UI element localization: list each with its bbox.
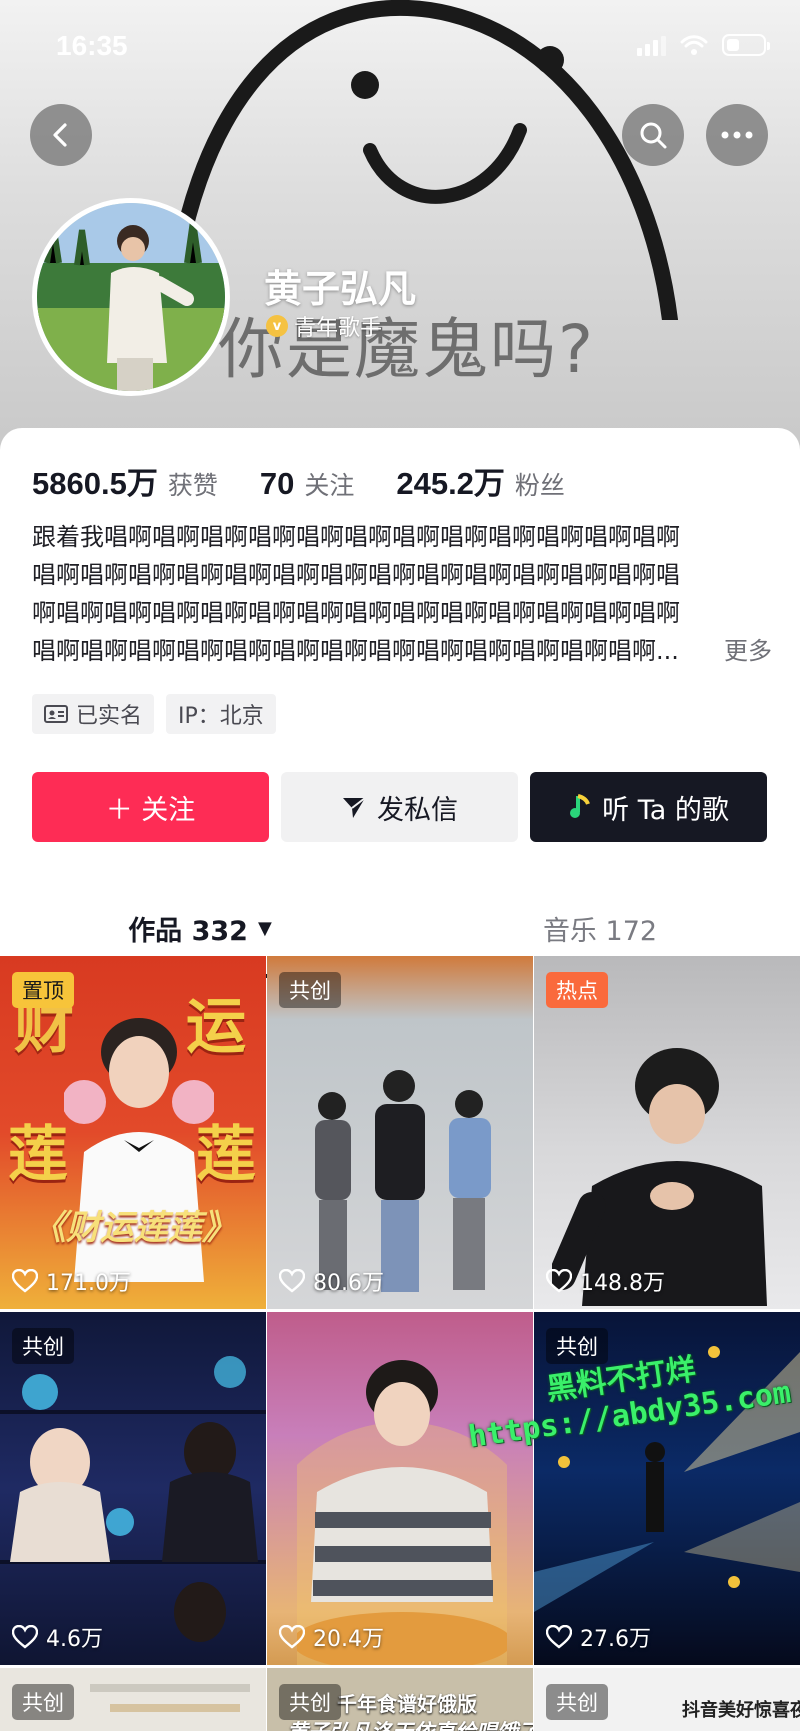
trending-badge: 热点 — [546, 972, 608, 1008]
video-thumbnail[interactable]: 共创 4.6万 — [0, 1312, 266, 1665]
heart-icon — [279, 1625, 305, 1649]
more-button[interactable] — [706, 104, 768, 166]
followers-label[interactable]: 粉丝 — [515, 466, 565, 502]
video-likes: 27.6万 — [546, 1621, 651, 1653]
video-likes: 80.6万 — [279, 1265, 384, 1297]
thumbnail-concert — [0, 1356, 266, 1642]
heart-icon — [12, 1269, 38, 1293]
real-name-tag: 已实名 — [32, 694, 155, 734]
message-label: 发私信 — [377, 794, 458, 826]
listen-label: 听 Ta 的歌 — [602, 794, 729, 826]
bio-line: 唱啊唱啊唱啊唱啊唱啊唱啊唱啊唱啊唱啊唱啊唱啊唱啊唱啊... — [32, 637, 679, 665]
music-note-icon — [570, 794, 591, 818]
search-icon — [640, 122, 667, 149]
bio-line: 唱啊唱啊唱啊唱啊唱啊唱啊唱啊唱啊唱啊唱啊唱啊唱啊唱啊唱 — [32, 561, 680, 589]
avatar-photo — [37, 203, 225, 391]
heart-icon — [546, 1269, 572, 1293]
likes-count: 27.6万 — [580, 1627, 651, 1652]
heart-icon — [279, 1269, 305, 1293]
video-thumbnail[interactable]: 千年食谱好饿版 黄子弘凡洛天依直给唱饿了 共创 — [267, 1668, 533, 1731]
following-label[interactable]: 关注 — [304, 466, 354, 502]
likes-label: 获赞 — [167, 471, 218, 500]
chevron-left-icon — [53, 123, 67, 147]
stats-row: 5860.5万 获赞 70 关注 245.2万 粉丝 — [32, 458, 607, 503]
co-creation-badge: 共创 — [279, 972, 341, 1008]
search-button[interactable] — [622, 104, 684, 166]
likes-count: 20.4万 — [313, 1627, 384, 1652]
likes-count: 5860.5万 — [32, 466, 158, 501]
video-thumbnail[interactable]: 20.4万 — [267, 1312, 533, 1665]
video-likes: 171.0万 — [12, 1265, 131, 1297]
verified-badge-icon: v — [266, 315, 288, 337]
likes-count: 80.6万 — [313, 1271, 384, 1296]
verified-text: 青年歌手 — [294, 316, 383, 341]
followers-count[interactable]: 245.2万 — [396, 458, 505, 503]
ip-location-label: IP：北京 — [178, 704, 264, 729]
video-title: 《财运莲莲》 — [32, 1208, 236, 1248]
wifi-icon — [680, 35, 708, 55]
avatar[interactable] — [32, 198, 230, 396]
status-icons — [637, 34, 770, 56]
co-creation-badge: 共创 — [12, 1684, 74, 1720]
thumbnail-overlay-text: 千年食谱好饿版 — [337, 1692, 477, 1716]
thumbnail-text: 莲 — [8, 1120, 68, 1190]
signal-icon — [637, 34, 666, 56]
video-likes: 4.6万 — [12, 1621, 103, 1653]
bio: 跟着我唱啊唱啊唱啊唱啊唱啊唱啊唱啊唱啊唱啊唱啊唱啊唱啊 唱啊唱啊唱啊唱啊唱啊唱啊… — [32, 518, 772, 670]
video-thumbnail[interactable]: 热点 148.8万 — [534, 956, 800, 1309]
ip-location-tag: IP：北京 — [166, 694, 276, 734]
following-count[interactable]: 70 — [260, 466, 294, 502]
id-card-icon — [44, 705, 68, 723]
follow-button[interactable]: ＋ 关注 — [32, 772, 269, 842]
message-button[interactable]: 发私信 — [281, 772, 518, 842]
status-time: 16:35 — [56, 30, 128, 61]
co-creation-badge: 共创 — [12, 1328, 74, 1364]
video-thumbnail[interactable]: 共创 80.6万 — [267, 956, 533, 1309]
co-creation-badge: 共创 — [546, 1684, 608, 1720]
username: 黄子弘凡 — [264, 267, 417, 311]
heart-icon — [546, 1625, 572, 1649]
pinned-badge: 置顶 — [12, 972, 74, 1008]
video-grid: 财 运 莲 莲 《财运莲莲》 置顶 171.0万 共创 80.6万 热点 148… — [0, 956, 800, 1731]
listen-songs-button[interactable]: 听 Ta 的歌 — [530, 772, 767, 842]
tab-music-label: 音乐 172 — [542, 915, 658, 947]
caret-down-icon: ▼ — [257, 917, 272, 939]
tab-works-label: 作品 332 — [128, 915, 248, 947]
video-thumbnail[interactable]: 共创 — [0, 1668, 266, 1731]
profile-tags: 已实名 IP：北京 — [32, 694, 276, 734]
bio-more-link[interactable]: 更多 — [724, 632, 772, 670]
verified-label: v 青年歌手 — [266, 310, 382, 342]
thumbnail-people — [315, 1070, 491, 1292]
video-likes: 20.4万 — [279, 1621, 384, 1653]
bio-line-last: 唱啊唱啊唱啊唱啊唱啊唱啊唱啊唱啊唱啊唱啊唱啊唱啊唱啊... 更多 — [32, 632, 772, 670]
video-thumbnail[interactable]: 财 运 莲 莲 《财运莲莲》 置顶 171.0万 — [0, 956, 266, 1309]
back-button[interactable] — [30, 104, 92, 166]
video-likes: 148.8万 — [546, 1265, 665, 1297]
heart-icon — [12, 1625, 38, 1649]
bio-line: 啊唱啊唱啊唱啊唱啊唱啊唱啊唱啊唱啊唱啊唱啊唱啊唱啊唱啊 — [32, 599, 680, 627]
likes-count: 148.8万 — [580, 1271, 665, 1296]
video-thumbnail[interactable]: 抖音美好惊喜夜 共创 — [534, 1668, 800, 1731]
thumbnail-overlay-text: 抖音美好惊喜夜 — [682, 1700, 800, 1721]
real-name-label: 已实名 — [76, 704, 143, 729]
battery-icon — [722, 34, 770, 56]
more-dots-icon — [721, 131, 753, 139]
likes-count: 4.6万 — [46, 1627, 103, 1652]
send-icon — [343, 797, 366, 818]
bio-line: 跟着我唱啊唱啊唱啊唱啊唱啊唱啊唱啊唱啊唱啊唱啊唱啊唱啊 — [32, 523, 680, 551]
likes-count: 171.0万 — [46, 1271, 131, 1296]
action-buttons: ＋ 关注 发私信 听 Ta 的歌 — [32, 772, 767, 842]
co-creation-badge: 共创 — [279, 1684, 341, 1720]
